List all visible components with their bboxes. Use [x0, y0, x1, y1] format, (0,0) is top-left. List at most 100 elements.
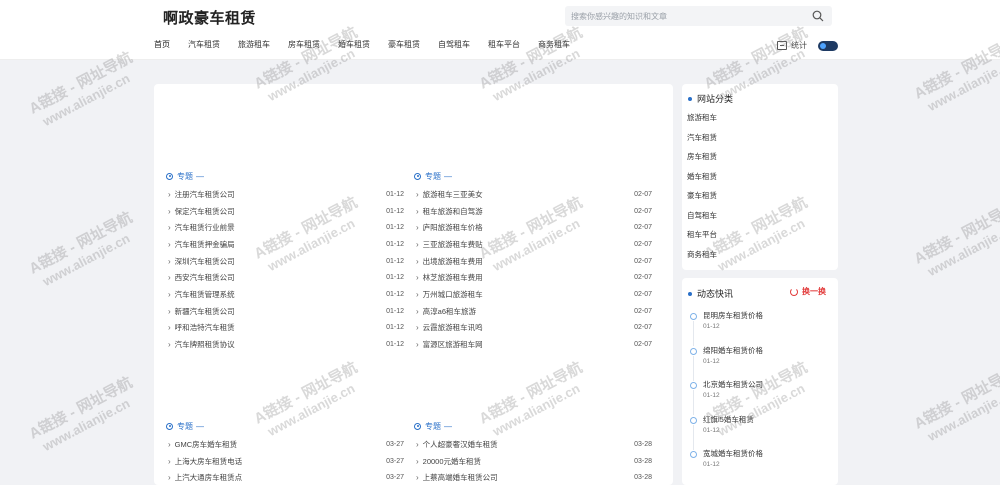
- category-widget: 网站分类 旅游租车 汽车租赁 房车租赁 婚车租赁 豪车租赁 自驾租车 租车平台 …: [682, 84, 838, 270]
- news-item[interactable]: 昆明房车租赁价格 01-12: [690, 311, 830, 346]
- list-item[interactable]: › 汽车租赁管理系统 01-12: [166, 286, 404, 303]
- nav-item[interactable]: 商务租车: [538, 40, 570, 54]
- list-item[interactable]: › 汽车租赁押金骗局 01-12: [166, 236, 404, 253]
- chevron-right-icon: ›: [168, 306, 171, 316]
- list-item[interactable]: › 林芝旅游租车费用 02-07: [414, 269, 652, 286]
- article-list: › 个人超豪奢汉婚车租赁 03-28 › 20000元婚车租赁 03-28 › 上蔡高端婚…: [414, 436, 652, 485]
- category-item[interactable]: 汽车租赁: [687, 133, 717, 153]
- topic-section: 专题 — › 注册汽车租赁公司 01-12 › 保定汽车租赁公司 01-12 › 汽车租赁…: [166, 170, 404, 353]
- item-date: 03-28: [634, 440, 652, 448]
- search-input[interactable]: [571, 8, 801, 24]
- item-date: 01-12: [386, 307, 404, 315]
- list-item[interactable]: › 上汽大通房车租赁点 03-27: [166, 469, 404, 485]
- item-title: 万州城口旅游租车: [422, 289, 483, 299]
- list-item[interactable]: › 旅游租车三亚美女 02-07: [414, 186, 652, 203]
- widget-title-text: 网站分类: [697, 94, 734, 104]
- news-item[interactable]: 绵阳婚车租赁价格 01-12: [690, 346, 830, 381]
- list-item[interactable]: › 深圳汽车租赁公司 01-12: [166, 253, 404, 270]
- category-item[interactable]: 租车平台: [687, 230, 717, 250]
- item-date: 02-07: [634, 307, 652, 315]
- list-item[interactable]: › 租车旅游和自驾游 02-07: [414, 203, 652, 220]
- list-item[interactable]: › 西安汽车租赁公司 01-12: [166, 269, 404, 286]
- list-item[interactable]: › 注册汽车租赁公司 01-12: [166, 186, 404, 203]
- list-item[interactable]: › 出境旅游租车费用 02-07: [414, 253, 652, 270]
- search-box[interactable]: [565, 6, 832, 26]
- list-item[interactable]: › 20000元婚车租赁 03-28: [414, 453, 652, 470]
- list-item[interactable]: › 云霞旅游租车讯鸣 02-07: [414, 320, 652, 337]
- category-item[interactable]: 商务租车: [687, 250, 717, 270]
- item-title: 20000元婚车租赁: [422, 456, 482, 466]
- section-header[interactable]: 专题 —: [166, 170, 404, 182]
- list-item[interactable]: › 保定汽车租赁公司 01-12: [166, 203, 404, 220]
- timeline-line: [693, 321, 694, 346]
- nav-item[interactable]: 自驾租车: [438, 40, 470, 54]
- timeline-dot-icon: [690, 347, 697, 355]
- nav-item-home[interactable]: 首页: [154, 40, 170, 54]
- item-date: 01-12: [386, 207, 404, 215]
- item-title: 三亚旅游租车费贴: [422, 239, 483, 249]
- news-item[interactable]: 北京婚车租赁公司 01-12: [690, 380, 830, 415]
- site-header: 啊政豪车租赁 首页 汽车租赁 旅游租车 房车租赁 婚车租赁 豪车租赁 自驾租车 …: [0, 0, 1000, 60]
- news-title: 昆明房车租赁价格: [703, 311, 763, 320]
- list-item[interactable]: › 上海大房车租赁电话 03-27: [166, 453, 404, 470]
- item-date: 03-28: [634, 474, 652, 482]
- item-title: 上海大房车租赁电话: [174, 456, 243, 466]
- watermark: A链接 - 网址导航 www.alianjie.cn: [26, 374, 136, 454]
- news-item[interactable]: 红旗l5婚车租赁 01-12: [690, 415, 830, 450]
- list-item[interactable]: › 庐阳旅游租车价格 02-07: [414, 219, 652, 236]
- item-date: 02-07: [634, 240, 652, 248]
- news-item[interactable]: 宽城婚车租赁价格 01-12: [690, 449, 830, 484]
- timeline-dot-icon: [690, 416, 697, 424]
- list-item[interactable]: › 汽车租赁行业前景 01-12: [166, 219, 404, 236]
- site-title[interactable]: 啊政豪车租赁: [163, 7, 256, 28]
- refresh-button[interactable]: 换一换: [790, 286, 826, 297]
- stats-link[interactable]: 统计: [777, 40, 807, 51]
- category-item[interactable]: 婚车租赁: [687, 172, 717, 192]
- theme-toggle[interactable]: [818, 41, 838, 51]
- section-label: 专题: [177, 171, 193, 181]
- chevron-right-icon: ›: [168, 273, 171, 283]
- section-dash: —: [444, 171, 452, 181]
- item-date: 01-12: [386, 274, 404, 282]
- nav-item[interactable]: 旅游租车: [238, 40, 270, 54]
- nav-item[interactable]: 豪车租赁: [388, 40, 420, 54]
- watermark: A链接 - 网址导航 www.alianjie.cn: [26, 209, 136, 289]
- nav-item[interactable]: 房车租赁: [288, 40, 320, 54]
- chevron-right-icon: ›: [168, 206, 171, 216]
- item-title: 汽车租赁押金骗局: [174, 239, 235, 249]
- list-item[interactable]: › GMC房车婚车租赁 03-27: [166, 436, 404, 453]
- list-item[interactable]: › 呼和浩特汽车租赁 01-12: [166, 320, 404, 337]
- section-label: 专题: [425, 421, 441, 431]
- section-label: 专题: [177, 421, 193, 431]
- nav-item[interactable]: 婚车租赁: [338, 40, 370, 54]
- nav-item[interactable]: 租车平台: [488, 40, 520, 54]
- topic-icon: [414, 422, 421, 430]
- news-timeline: 昆明房车租赁价格 01-12 绵阳婚车租赁价格 01-12 北京婚车租赁公司 0…: [690, 311, 830, 484]
- chevron-right-icon: ›: [168, 473, 171, 483]
- item-title: 上汽大通房车租赁点: [174, 473, 243, 483]
- category-item[interactable]: 旅游租车: [687, 113, 717, 133]
- list-item[interactable]: › 三亚旅游租车费贴 02-07: [414, 236, 652, 253]
- category-item[interactable]: 自驾租车: [687, 211, 717, 231]
- nav-item[interactable]: 汽车租赁: [188, 40, 220, 54]
- widget-title: 动态快讯: [688, 287, 733, 300]
- section-header[interactable]: 专题 —: [414, 170, 652, 182]
- list-item[interactable]: › 上蔡高端婚车租赁公司 03-28: [414, 469, 652, 485]
- category-item[interactable]: 房车租赁: [687, 152, 717, 172]
- section-header[interactable]: 专题 —: [166, 420, 404, 432]
- list-item[interactable]: › 个人超豪奢汉婚车租赁 03-28: [414, 436, 652, 453]
- chevron-right-icon: ›: [168, 340, 171, 350]
- list-item[interactable]: › 万州城口旅游租车 02-07: [414, 286, 652, 303]
- list-item[interactable]: › 汽车牌照租赁协议 01-12: [166, 336, 404, 353]
- category-item[interactable]: 豪车租赁: [687, 191, 717, 211]
- list-item[interactable]: › 高淳a6租车旅游 02-07: [414, 303, 652, 320]
- search-icon[interactable]: [812, 10, 824, 22]
- item-title: 汽车租赁行业前景: [174, 223, 235, 233]
- topic-section: 专题 — › GMC房车婚车租赁 03-27 › 上海大房车租赁电话 03-27 › 上汽…: [166, 420, 404, 485]
- list-item[interactable]: › 新疆汽车租赁公司 01-12: [166, 303, 404, 320]
- item-date: 01-12: [386, 190, 404, 198]
- list-item[interactable]: › 富源区旅游租车网 02-07: [414, 336, 652, 353]
- widget-title: 网站分类: [688, 92, 733, 105]
- section-header[interactable]: 专题 —: [414, 420, 652, 432]
- item-title: 汽车租赁管理系统: [174, 289, 235, 299]
